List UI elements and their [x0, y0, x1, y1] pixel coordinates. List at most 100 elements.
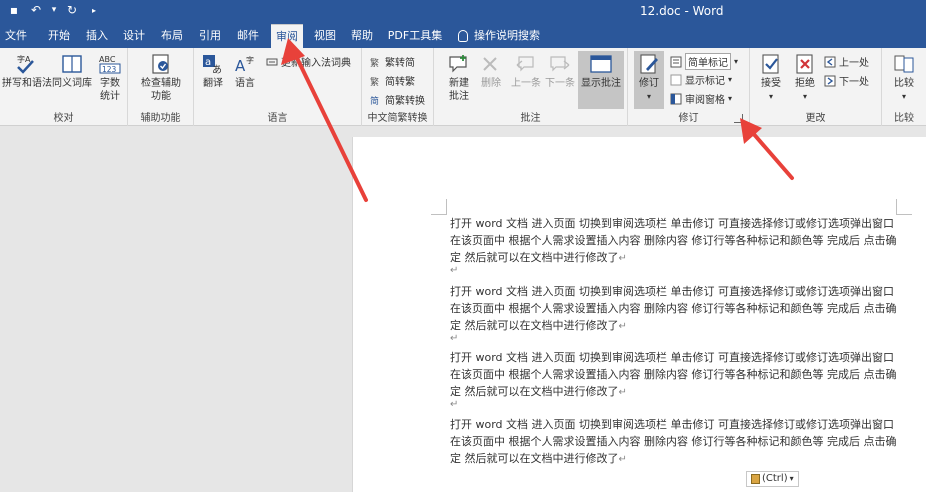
group-tracking: 修订 ▾ 简单标记 ▾ 显示标记 ▾ 审阅窗格 ▾ 修订: [628, 48, 750, 126]
markup-display-select[interactable]: 简单标记 ▾: [670, 53, 738, 70]
track-dropdown-icon[interactable]: ▾: [634, 90, 664, 103]
accessibility-check-icon: [152, 54, 169, 74]
tab-help[interactable]: 帮助: [347, 24, 377, 48]
word-count-button[interactable]: ABC 123 字数统计: [96, 53, 124, 103]
accept-icon: [762, 54, 779, 74]
new-comment-button[interactable]: 新建批注: [442, 53, 476, 103]
group-label-comments: 批注: [520, 113, 541, 124]
document-paragraph[interactable]: 打开 word 文档 进入页面 切换到审阅选项栏 单击修订 可直接选择修订或修订…: [450, 349, 905, 401]
chevron-down-icon: ▾: [728, 75, 733, 84]
tab-file[interactable]: 文件: [4, 24, 28, 48]
group-label-proofing: 校对: [53, 113, 74, 124]
simple-trad-convert-button[interactable]: 简 简繁转换: [370, 92, 425, 107]
delete-comment-button[interactable]: 删除: [478, 53, 504, 90]
tab-layout[interactable]: 布局: [157, 24, 187, 48]
chevron-down-icon: ▾: [734, 57, 739, 66]
previous-change-button[interactable]: 上一处: [824, 54, 869, 69]
tracking-options-launcher-icon[interactable]: [734, 114, 743, 123]
paragraph-mark: ↵: [450, 333, 459, 344]
paste-options-button[interactable]: (Ctrl) ▾: [746, 471, 799, 487]
group-proofing: 字A 拼写和语法 同义词库 ABC 123 字数统计 校对: [0, 48, 128, 126]
customize-qat-icon[interactable]: ▸: [86, 6, 102, 15]
group-comments: 新建批注 删除 上一条 下一条 显示批注 批注: [434, 48, 628, 126]
new-comment-icon: [449, 55, 467, 73]
paragraph-mark: ↵: [450, 265, 459, 276]
group-language: a あ 翻译 A 字 语言 更新输入法词典 语言: [194, 48, 362, 126]
document-page[interactable]: 打开 word 文档 进入页面 切换到审阅选项栏 单击修订 可直接选择修订或修订…: [352, 137, 926, 492]
accept-dropdown-icon[interactable]: ▾: [756, 90, 786, 103]
chevron-down-icon: ▾: [789, 474, 794, 483]
tab-view[interactable]: 视图: [310, 24, 340, 48]
previous-comment-button[interactable]: 上一条: [510, 53, 542, 90]
language-icon: A 字: [235, 55, 254, 75]
svg-text:あ: あ: [212, 64, 222, 75]
spelling-grammar-button[interactable]: 字A 拼写和语法: [2, 53, 52, 90]
tab-design[interactable]: 设计: [119, 24, 149, 48]
paragraph-mark: ↵: [450, 399, 459, 410]
ribbon-tabs: 文件 开始 插入 设计 布局 引用 邮件 审阅 视图 帮助 PDF工具集 操作说…: [0, 24, 926, 48]
next-change-button[interactable]: 下一处: [824, 73, 869, 88]
update-ime-dictionary-button[interactable]: 更新输入法词典: [266, 54, 351, 69]
translate-icon: a あ: [203, 55, 222, 75]
simple-to-trad-button[interactable]: 繁 简转繁: [370, 73, 415, 88]
convert-icon: 简: [370, 96, 380, 107]
tab-review[interactable]: 审阅: [271, 24, 303, 48]
simple-to-trad-icon: 繁: [370, 77, 380, 88]
tell-me-search[interactable]: 操作说明搜索: [458, 24, 540, 48]
svg-text:字A: 字A: [17, 54, 31, 64]
tab-insert[interactable]: 插入: [82, 24, 112, 48]
title-bar: ▪ ↶ ▾ ↻ ▸ 12.doc - Word: [0, 0, 926, 24]
show-comments-button[interactable]: 显示批注: [578, 51, 624, 109]
undo-icon[interactable]: ↶: [28, 3, 44, 17]
ime-dictionary-icon: [266, 58, 278, 65]
language-button[interactable]: A 字 语言: [230, 53, 260, 90]
svg-text:ABC: ABC: [99, 55, 116, 64]
document-title: 12.doc - Word: [640, 4, 724, 18]
redo-icon[interactable]: ↻: [64, 3, 80, 17]
document-paragraph[interactable]: 打开 word 文档 进入页面 切换到审阅选项栏 单击修订 可直接选择修订或修订…: [450, 283, 905, 335]
svg-text:a: a: [205, 57, 211, 68]
svg-text:123: 123: [102, 65, 117, 74]
tab-home[interactable]: 开始: [44, 24, 74, 48]
svg-text:A: A: [235, 57, 246, 75]
document-paragraph[interactable]: 打开 word 文档 进入页面 切换到审阅选项栏 单击修订 可直接选择修订或修订…: [450, 215, 905, 267]
document-paragraph[interactable]: 打开 word 文档 进入页面 切换到审阅选项栏 单击修订 可直接选择修订或修订…: [450, 416, 905, 468]
workspace-background: [0, 127, 352, 492]
reject-icon: [796, 54, 813, 74]
trad-to-simple-icon: 繁: [370, 58, 380, 69]
track-changes-button[interactable]: 修订 ▾: [634, 51, 664, 109]
tab-references[interactable]: 引用: [195, 24, 225, 48]
quick-access-toolbar: ▪ ↶ ▾ ↻ ▸: [6, 3, 102, 17]
group-label-accessibility: 辅助功能: [140, 113, 181, 124]
save-icon[interactable]: ▪: [6, 3, 22, 17]
compare-button[interactable]: 比较 ▾: [890, 53, 918, 103]
tab-pdf-tools[interactable]: PDF工具集: [386, 24, 444, 48]
reject-button[interactable]: 拒绝 ▾: [790, 53, 820, 103]
group-label-language: 语言: [267, 113, 288, 124]
compare-dropdown-icon[interactable]: ▾: [890, 90, 918, 103]
group-label-tracking: 修订: [678, 113, 699, 124]
undo-dropdown-icon[interactable]: ▾: [50, 5, 58, 15]
group-label-chinese-conversion: 中文简繁转换: [367, 113, 428, 124]
group-label-changes: 更改: [805, 113, 826, 124]
reviewing-pane-button[interactable]: 审阅窗格 ▾: [670, 91, 732, 106]
markup-icon: [670, 56, 682, 67]
show-comments-icon: [590, 55, 612, 73]
check-accessibility-button[interactable]: 检查辅助功能: [136, 53, 186, 103]
show-markup-button[interactable]: 显示标记 ▾: [670, 72, 732, 87]
accept-button[interactable]: 接受 ▾: [756, 53, 786, 103]
trad-to-simple-button[interactable]: 繁 繁转简: [370, 54, 415, 69]
translate-button[interactable]: a あ 翻译: [198, 53, 228, 90]
thesaurus-button[interactable]: 同义词库: [50, 53, 94, 90]
show-markup-icon: [670, 74, 682, 85]
group-chinese-conversion: 繁 繁转简 繁 简转繁 简 简繁转换 中文简繁转换: [362, 48, 434, 126]
next-comment-button[interactable]: 下一条: [544, 53, 576, 90]
group-changes: 接受 ▾ 拒绝 ▾ 上一处 下一处 更改: [750, 48, 882, 126]
tell-me-label: 操作说明搜索: [474, 29, 540, 42]
clipboard-icon: [751, 474, 760, 484]
reject-dropdown-icon[interactable]: ▾: [790, 90, 820, 103]
tab-mailings[interactable]: 邮件: [233, 24, 263, 48]
chevron-down-icon: ▾: [728, 94, 733, 103]
next-change-icon: [824, 75, 836, 86]
group-compare: 比较 ▾ 比较: [882, 48, 926, 126]
